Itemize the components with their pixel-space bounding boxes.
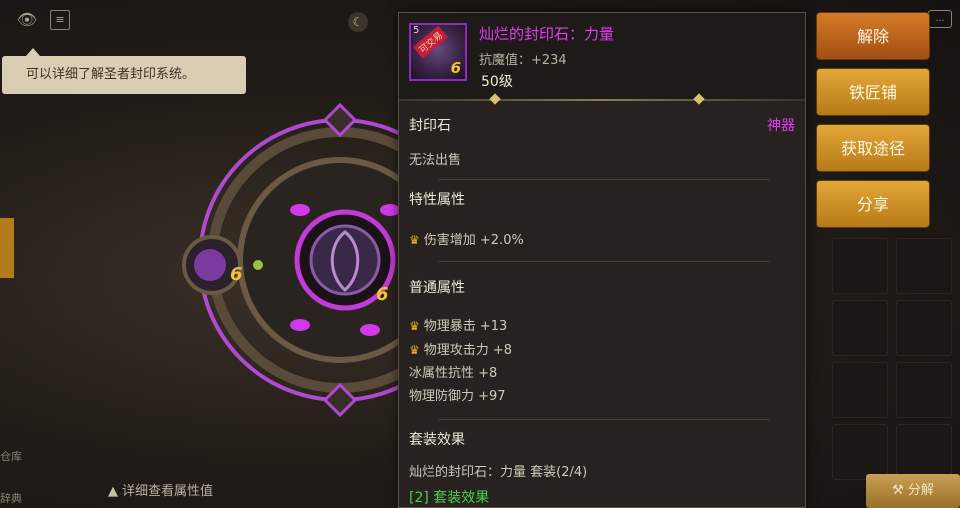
- dictionary-label[interactable]: 辞典: [0, 490, 22, 506]
- list-icon[interactable]: ≡: [50, 10, 70, 30]
- side-slot-stack: 6: [230, 264, 243, 285]
- section-divider: [439, 261, 769, 262]
- eye-icon[interactable]: 👁: [16, 10, 38, 30]
- set-name: 灿烂的封印石：力量 套装(2/4): [409, 465, 588, 480]
- item-icon: 5 可交易 6: [409, 23, 467, 81]
- inventory-slot[interactable]: [896, 424, 952, 480]
- crown-icon: ♛: [409, 233, 420, 247]
- header-divider: [399, 99, 805, 101]
- sell-note: 无法出售: [409, 153, 462, 168]
- unequip-button[interactable]: 解除: [816, 12, 930, 60]
- special-attr-row: ♛ 伤害增加 +2.0%: [409, 233, 524, 248]
- chat-icon[interactable]: …: [928, 10, 952, 28]
- item-type: 封印石: [409, 118, 451, 134]
- section-divider: [439, 419, 769, 420]
- special-attrs-title: 特性属性: [409, 192, 465, 208]
- set-bonus: [2] 套装效果: [409, 490, 490, 506]
- common-attr-row: ♛ 物理暴击 +13: [409, 319, 508, 334]
- set-effect-title: 套装效果: [409, 432, 465, 448]
- seal-array-graphic: 6 6: [182, 102, 400, 418]
- acquire-route-button[interactable]: 获取途径: [816, 124, 930, 172]
- common-attr-row: ♛ 物理攻击力 +8: [409, 343, 513, 358]
- item-icon-stack: 6: [450, 59, 461, 77]
- item-stat-line: 抗魔值：+234: [479, 53, 567, 68]
- blacksmith-button[interactable]: 铁匠铺: [816, 68, 930, 116]
- inventory-slot[interactable]: [832, 362, 888, 418]
- item-level: 50级: [481, 74, 513, 90]
- inventory-slot[interactable]: [832, 238, 888, 294]
- moon-icon[interactable]: ☾: [348, 12, 368, 32]
- chevron-up-icon: ▲: [108, 484, 118, 499]
- item-tooltip-panel: 5 可交易 6 灿烂的封印石：力量 抗魔值：+234 50级 封印石 神器 无法…: [398, 12, 806, 508]
- storage-label[interactable]: 仓库: [0, 448, 22, 464]
- inventory-slot[interactable]: [896, 238, 952, 294]
- guide-bubble: 可以详细了解圣者封印系统。: [2, 48, 246, 94]
- inventory-slot[interactable]: [832, 300, 888, 356]
- share-button[interactable]: 分享: [816, 180, 930, 228]
- section-divider: [439, 179, 769, 180]
- common-attr-row: 物理防御力 +97: [409, 389, 506, 404]
- inventory-slot[interactable]: [832, 424, 888, 480]
- detail-attributes-link[interactable]: ▲ 详细查看属性值: [108, 480, 213, 499]
- crown-icon: ♛: [409, 319, 420, 333]
- inventory-slot[interactable]: [896, 300, 952, 356]
- detail-attributes-label: 详细查看属性值: [122, 484, 214, 499]
- rarity-label: 神器: [767, 118, 795, 134]
- side-tab[interactable]: [0, 218, 14, 278]
- crown-icon: ♛: [409, 343, 420, 357]
- center-slot-stack: 6: [376, 284, 389, 305]
- top-bar: 👁 ≡ ☾: [0, 8, 400, 34]
- decompose-icon: ⚒: [892, 483, 908, 498]
- item-name: 灿烂的封印石：力量: [479, 25, 615, 43]
- item-icon-level: 5: [413, 25, 420, 36]
- common-attrs-title: 普通属性: [409, 280, 465, 296]
- inventory-slot[interactable]: [896, 362, 952, 418]
- item-header: 5 可交易 6 灿烂的封印石：力量 抗魔值：+234 50级: [399, 13, 805, 101]
- common-attr-row: 冰属性抗性 +8: [409, 366, 498, 381]
- decompose-button[interactable]: ⚒ 分解: [866, 474, 960, 508]
